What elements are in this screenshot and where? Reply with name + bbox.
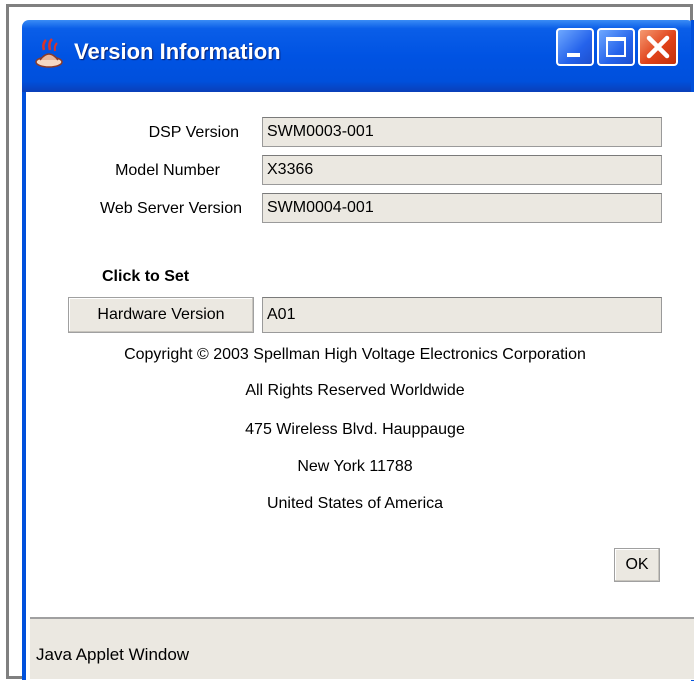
maximize-icon — [606, 37, 626, 57]
dsp-version-field: SWM0003-001 — [262, 117, 662, 147]
hardware-version-field: A01 — [262, 297, 662, 333]
minimize-button[interactable] — [556, 28, 594, 66]
model-number-label: Model Number — [115, 162, 220, 179]
copyright-line: Copyright © 2003 Spellman High Voltage E… — [124, 346, 586, 363]
web-server-version-field: SWM0004-001 — [262, 193, 662, 223]
rights-line: All Rights Reserved Worldwide — [245, 382, 465, 399]
close-icon — [646, 35, 670, 59]
java-applet-icon — [32, 36, 66, 70]
window-title: Version Information — [74, 39, 281, 64]
applet-window: Version Information DSP Version SWM0003-… — [0, 0, 700, 681]
model-number-field: X3366 — [262, 155, 662, 185]
web-server-version-label: Web Server Version — [100, 200, 242, 217]
maximize-button[interactable] — [597, 28, 635, 66]
minimize-icon — [567, 53, 580, 57]
city-line: New York 11788 — [297, 458, 413, 475]
dsp-version-label: DSP Version — [148, 124, 239, 141]
click-to-set-heading: Click to Set — [102, 268, 190, 285]
status-text: Java Applet Window — [36, 645, 190, 664]
close-button[interactable] — [638, 28, 678, 66]
ok-button[interactable]: OK — [614, 548, 660, 582]
hardware-version-button[interactable]: Hardware Version — [68, 297, 254, 333]
country-line: United States of America — [266, 495, 444, 512]
address-line: 475 Wireless Blvd. Hauppauge — [245, 421, 465, 438]
